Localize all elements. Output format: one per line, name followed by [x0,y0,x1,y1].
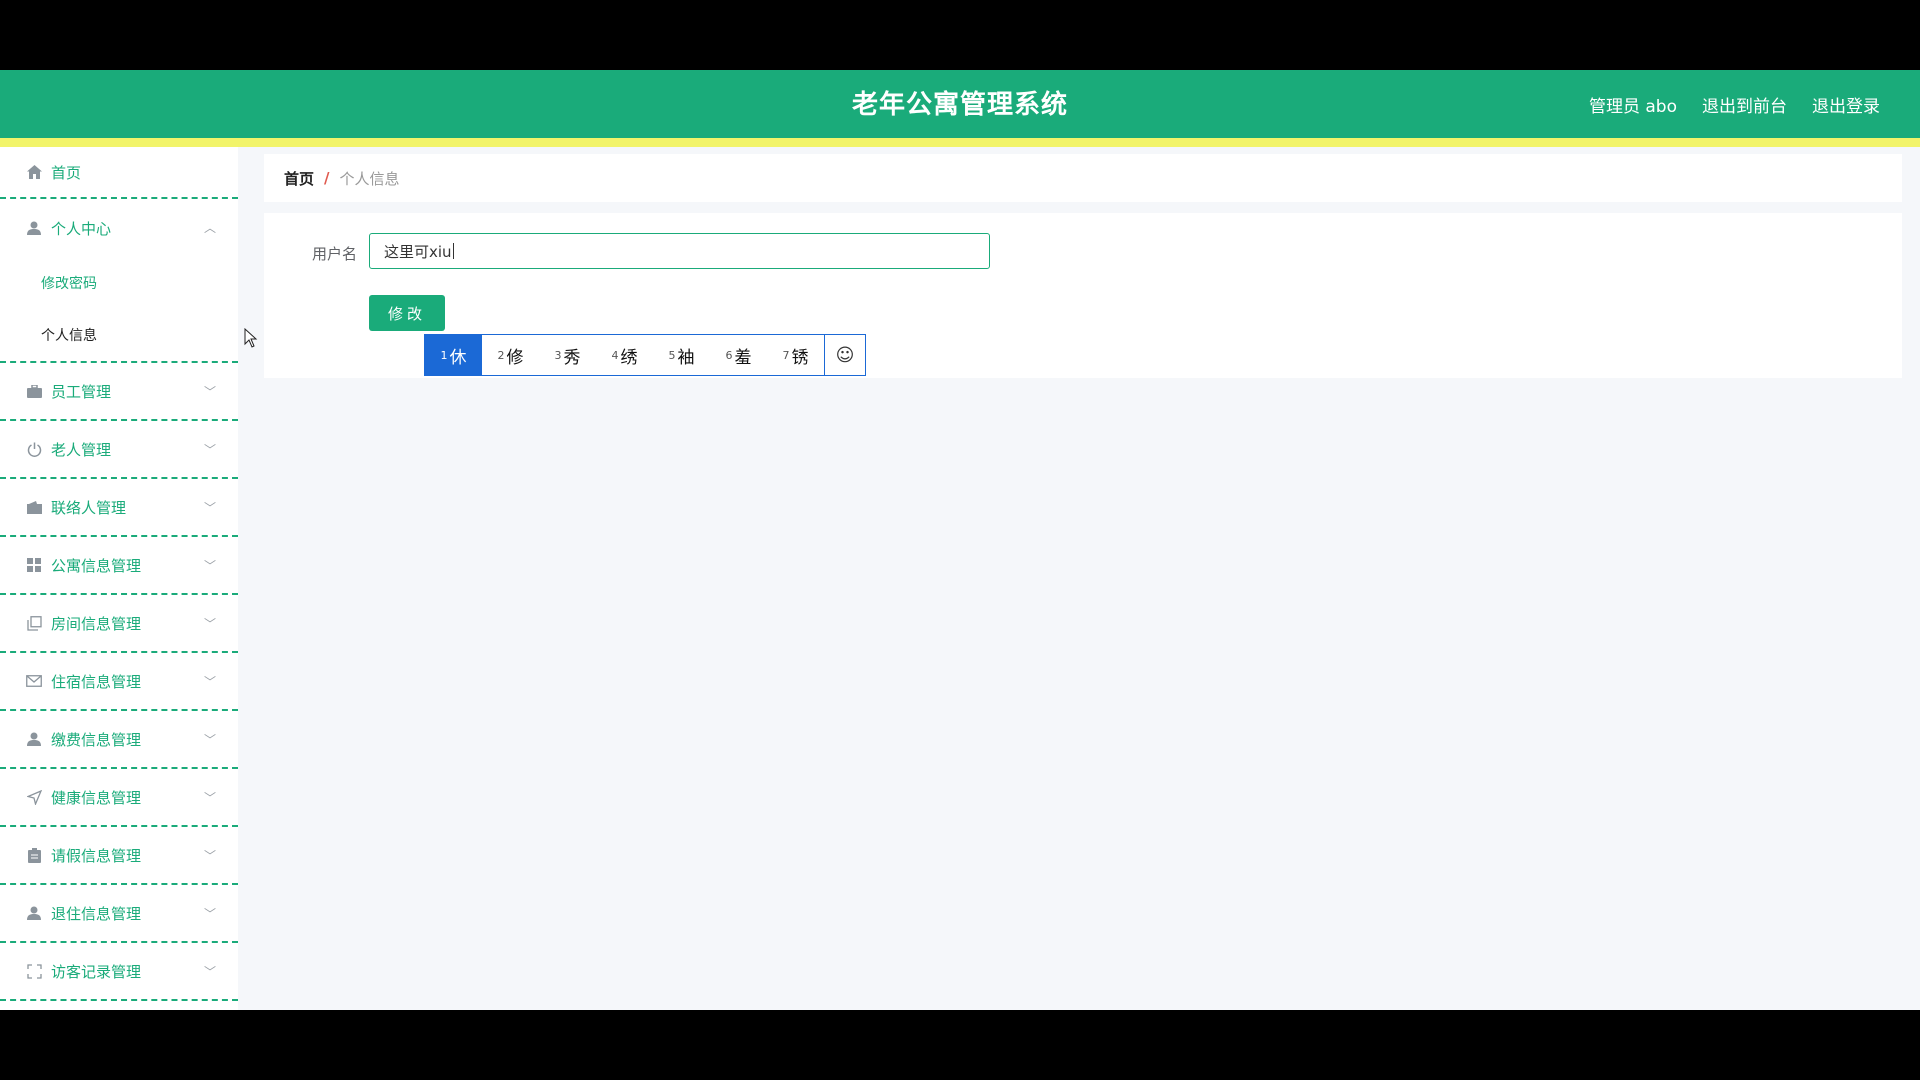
sidebar-item-personal-info[interactable]: 个人信息 [0,309,238,361]
ime-candidate[interactable]: 1休 [425,335,482,375]
chevron-down-icon: ﹀ [203,849,216,863]
breadcrumb: 首页 / 个人信息 [264,154,1902,202]
fullscreen-icon [26,963,42,979]
sidebar-item-rooms[interactable]: 房间信息管理 ﹀ [0,595,238,653]
sidebar-item-home[interactable]: 首页 [0,147,238,199]
chevron-down-icon: ﹀ [203,965,216,979]
username-input-value: 这里可xiu [384,242,452,261]
sidebar-item-personal-center[interactable]: 个人中心 ︿ [0,199,238,257]
send-icon [26,789,42,805]
sidebar-item-lodging[interactable]: 住宿信息管理 ﹀ [0,653,238,711]
app-frame: 老年公寓管理系统 管理员 abo 退出到前台 退出登录 首页 个人中心 ︿ 修改… [0,70,1920,1010]
mouse-pointer-icon [244,328,258,348]
sidebar-item-elders[interactable]: 老人管理 ﹀ [0,421,238,479]
header-actions: 管理员 abo 退出到前台 退出登录 [1589,92,1880,117]
top-header: 老年公寓管理系统 管理员 abo 退出到前台 退出登录 [0,70,1920,138]
ime-candidate[interactable]: 2修 [482,335,539,375]
text-caret [452,243,454,259]
sidebar-item-visitors[interactable]: 访客记录管理 ﹀ [0,943,238,1001]
sidebar-item-change-password[interactable]: 修改密码 [0,257,238,309]
sidebar-item-label: 首页 [51,163,82,182]
header-accent-strip [0,138,1920,147]
sidebar-item-label: 缴费信息管理 [51,730,142,749]
chevron-down-icon: ﹀ [203,501,216,515]
home-icon [26,164,42,180]
clipboard-icon [26,847,42,863]
ime-candidate-bar: 1休 2修 3秀 4绣 5袖 6羞 7锈 ☺ [424,334,866,376]
chevron-up-icon: ︿ [203,221,216,235]
sidebar-item-label: 住宿信息管理 [51,672,142,691]
emoji-icon[interactable]: ☺ [824,335,865,375]
breadcrumb-separator: / [324,169,330,187]
chevron-down-icon: ﹀ [203,675,216,689]
sidebar-item-label: 公寓信息管理 [51,556,142,575]
wallet-icon [26,499,42,515]
copy-icon [26,615,42,631]
sidebar-item-label: 房间信息管理 [51,614,142,633]
sidebar-item-label: 请假信息管理 [51,846,142,865]
sidebar-item-checkout[interactable]: 退住信息管理 ﹀ [0,885,238,943]
user-icon [26,731,42,747]
breadcrumb-current: 个人信息 [339,169,400,188]
chevron-down-icon: ﹀ [203,907,216,921]
sidebar-item-leave[interactable]: 请假信息管理 ﹀ [0,827,238,885]
ime-candidate[interactable]: 3秀 [539,335,596,375]
mail-icon [26,673,42,689]
chevron-down-icon: ﹀ [203,559,216,573]
sidebar: 首页 个人中心 ︿ 修改密码 个人信息 员工管理 ﹀ 老人管理 ﹀ 联络人管理 … [0,147,238,1010]
sidebar-item-contacts[interactable]: 联络人管理 ﹀ [0,479,238,537]
exit-to-front-link[interactable]: 退出到前台 [1702,92,1787,117]
sidebar-item-label: 健康信息管理 [51,788,142,807]
sidebar-item-label: 退住信息管理 [51,904,142,923]
sidebar-item-apartments[interactable]: 公寓信息管理 ﹀ [0,537,238,595]
briefcase-icon [26,383,42,399]
sidebar-item-staff[interactable]: 员工管理 ﹀ [0,363,238,421]
logout-link[interactable]: 退出登录 [1812,92,1880,117]
personal-center-submenu: 修改密码 个人信息 [0,257,238,363]
ime-candidate[interactable]: 7锈 [767,335,824,375]
user-icon [26,905,42,921]
ime-candidate[interactable]: 5袖 [653,335,710,375]
grid-icon [26,557,42,573]
username-input[interactable]: 这里可xiu [369,233,990,269]
admin-user-label[interactable]: 管理员 abo [1589,92,1677,117]
chevron-down-icon: ﹀ [203,791,216,805]
username-label: 用户名 [312,245,358,263]
sidebar-item-label: 老人管理 [51,440,112,459]
chevron-down-icon: ﹀ [203,385,216,399]
sidebar-item-label: 员工管理 [51,382,112,401]
breadcrumb-home[interactable]: 首页 [284,168,314,189]
chevron-down-icon: ﹀ [203,443,216,457]
chevron-down-icon: ﹀ [203,617,216,631]
modify-button[interactable]: 修改 [369,295,445,331]
ime-candidate[interactable]: 6羞 [710,335,767,375]
sidebar-item-label: 访客记录管理 [51,962,142,981]
chevron-down-icon: ﹀ [203,733,216,747]
user-icon [26,220,42,236]
sidebar-item-label: 个人中心 [51,219,112,238]
sidebar-item-payments[interactable]: 缴费信息管理 ﹀ [0,711,238,769]
sidebar-item-label: 联络人管理 [51,498,127,517]
ime-candidate[interactable]: 4绣 [596,335,653,375]
sidebar-item-health[interactable]: 健康信息管理 ﹀ [0,769,238,827]
power-icon [26,441,42,457]
